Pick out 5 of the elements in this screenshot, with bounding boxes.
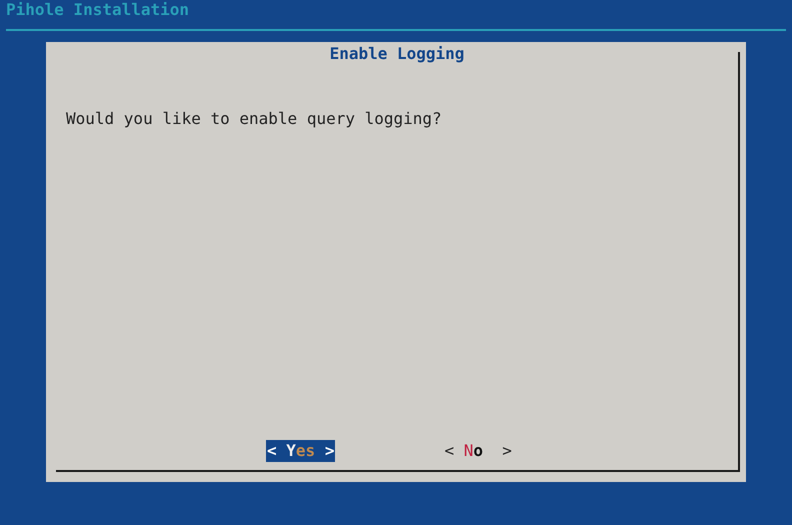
backtitle: Pihole Installation bbox=[5, 0, 190, 21]
dialog-button[interactable]: < No > bbox=[443, 440, 513, 462]
dialog-title: Enable Logging bbox=[330, 43, 464, 65]
dialog-message: Would you like to enable query logging? bbox=[66, 109, 442, 128]
dialog-button[interactable]: < Yes > bbox=[266, 440, 336, 462]
